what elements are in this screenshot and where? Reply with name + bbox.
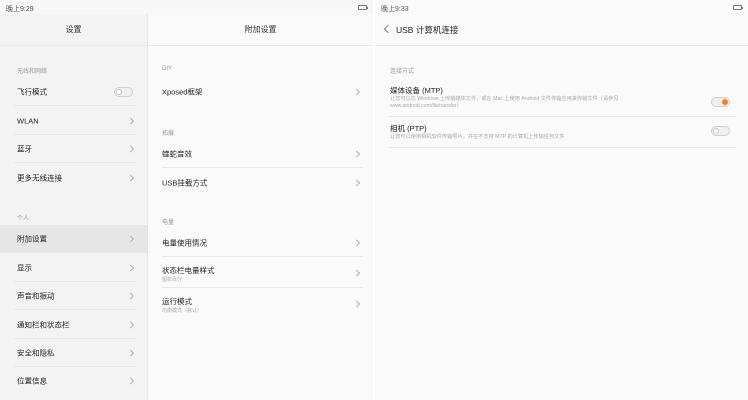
settings-item-label: 更多无线连接: [17, 173, 62, 183]
mtp-toggle[interactable]: [711, 97, 730, 107]
section-personal: 个人: [17, 216, 30, 222]
settings-item-label: 附加设置: [17, 234, 47, 244]
option-ptp[interactable]: 相机 (PTP) 让您可以使用相机软件传输照片，并在不支持 MTP 的计算机上传…: [375, 123, 748, 149]
chevron-right-icon: [352, 179, 361, 187]
airplane-mode-toggle[interactable]: [114, 87, 133, 97]
chevron-right-icon: [126, 117, 135, 125]
settings-item-location[interactable]: 位置信息: [0, 367, 147, 395]
settings-item-label: WLAN: [17, 116, 39, 126]
section-connection-mode: 连接方式: [390, 69, 415, 75]
chevron-right-icon: [126, 235, 135, 243]
settings-item-label: 飞行模式: [17, 87, 47, 97]
chevron-right-icon: [352, 239, 361, 247]
settings-item-label: 显示: [17, 263, 32, 273]
battery-icon: [733, 5, 743, 10]
page-title: USB 计算机连接: [396, 25, 459, 35]
settings-item-airplane-mode[interactable]: 飞行模式: [0, 78, 147, 106]
divider: [389, 116, 736, 117]
section-wireless-networks: 无线和网络: [17, 69, 48, 75]
settings-item-label: 位置信息: [17, 376, 47, 386]
settings-item-display[interactable]: 显示: [0, 254, 147, 282]
sub-item-battery-style[interactable]: 状态栏电量样式 图标百分: [148, 258, 373, 288]
sub-item-viper-audio[interactable]: 蝰蛇音效: [148, 140, 373, 168]
toggle-knob: [722, 99, 728, 105]
sub-item-label: 电量使用情况: [162, 238, 207, 248]
status-bar: 晚上9:33: [375, 0, 748, 14]
chevron-right-icon: [126, 264, 135, 272]
divider: [14, 105, 137, 106]
section-extension: 拓展: [162, 131, 175, 137]
chevron-right-icon: [126, 292, 135, 300]
chevron-right-icon: [126, 321, 135, 329]
option-description: 让您可以在 Windows 上传输媒体文件，或在 Mac 上使用 Android…: [390, 96, 619, 109]
divider: [162, 167, 363, 168]
option-mtp[interactable]: 媒体设备 (MTP) 让您可以在 Windows 上传输媒体文件，或在 Mac …: [375, 85, 748, 117]
ptp-toggle[interactable]: [711, 126, 730, 136]
chevron-right-icon: [126, 377, 135, 385]
chevron-right-icon: [126, 174, 135, 182]
option-label: 相机 (PTP): [390, 124, 427, 133]
sub-item-xposed[interactable]: Xposed框架: [148, 78, 373, 106]
sub-item-label: 运行模式: [162, 297, 192, 306]
section-diy: DIY: [162, 66, 173, 72]
settings-item-security[interactable]: 安全和隐私: [0, 339, 147, 367]
additional-settings-pane: 附加设置 DIY Xposed框架 拓展 蝰蛇音效 USB挂载方式 电量 电量使…: [148, 14, 373, 400]
additional-settings-title: 附加设置: [148, 14, 373, 46]
settings-item-label: 安全和隐私: [17, 348, 55, 358]
chevron-right-icon: [126, 349, 135, 357]
divider: [389, 147, 736, 148]
chevron-right-icon: [352, 88, 361, 96]
divider: [162, 287, 363, 288]
settings-item-label: 通知栏和状态栏: [17, 320, 70, 330]
usb-header: USB 计算机连接: [375, 14, 748, 46]
settings-title: 设置: [0, 14, 147, 46]
option-description: 让您可以使用相机软件传输照片，并在不支持 MTP 的计算机上传输任何文件: [390, 134, 565, 140]
settings-item-label: 声音和振动: [17, 291, 55, 301]
usb-connection-screen: 晚上9:33 USB 计算机连接 连接方式 媒体设备 (MTP) 让您可以在 W…: [375, 0, 748, 400]
sub-item-run-mode[interactable]: 运行模式 均衡模式（默认）: [148, 289, 373, 319]
settings-item-bluetooth[interactable]: 蓝牙: [0, 135, 147, 163]
chevron-right-icon: [126, 145, 135, 153]
status-bar: 晚上9:29: [0, 0, 373, 14]
settings-item-label: 蓝牙: [17, 144, 32, 154]
sub-item-summary: 图标百分: [162, 277, 183, 283]
sub-item-usb-mount[interactable]: USB挂载方式: [148, 169, 373, 197]
settings-item-wlan[interactable]: WLAN: [0, 107, 147, 135]
section-battery: 电量: [162, 220, 175, 226]
chevron-right-icon: [352, 300, 361, 308]
status-time: 晚上9:33: [381, 6, 409, 13]
toggle-knob: [116, 89, 122, 95]
sub-item-summary: 均衡模式（默认）: [162, 308, 203, 314]
divider: [14, 162, 137, 163]
divider: [14, 309, 137, 310]
option-label: 媒体设备 (MTP): [390, 86, 443, 95]
status-time: 晚上9:29: [6, 6, 34, 13]
settings-item-more-wireless[interactable]: 更多无线连接: [0, 164, 147, 192]
back-arrow-icon[interactable]: [383, 24, 393, 34]
battery-icon: [358, 5, 368, 10]
divider: [162, 256, 363, 257]
settings-item-notifications[interactable]: 通知栏和状态栏: [0, 311, 147, 339]
toggle-knob: [713, 128, 719, 134]
sub-item-label: Xposed框架: [162, 87, 203, 97]
sub-item-battery-usage[interactable]: 电量使用情况: [148, 229, 373, 257]
sub-item-label: 状态栏电量样式: [162, 266, 215, 275]
chevron-right-icon: [352, 150, 361, 158]
chevron-right-icon: [352, 269, 361, 277]
sub-item-label: USB挂载方式: [162, 178, 208, 188]
sub-item-label: 蝰蛇音效: [162, 149, 192, 159]
settings-screen: 晚上9:29 设置 无线和网络 飞行模式 WLAN 蓝牙 更多无线连接 个人 附…: [0, 0, 373, 400]
settings-item-sound[interactable]: 声音和振动: [0, 282, 147, 310]
settings-main-pane: 设置 无线和网络 飞行模式 WLAN 蓝牙 更多无线连接 个人 附加设置 显示: [0, 14, 147, 400]
settings-item-additional[interactable]: 附加设置: [0, 225, 147, 253]
